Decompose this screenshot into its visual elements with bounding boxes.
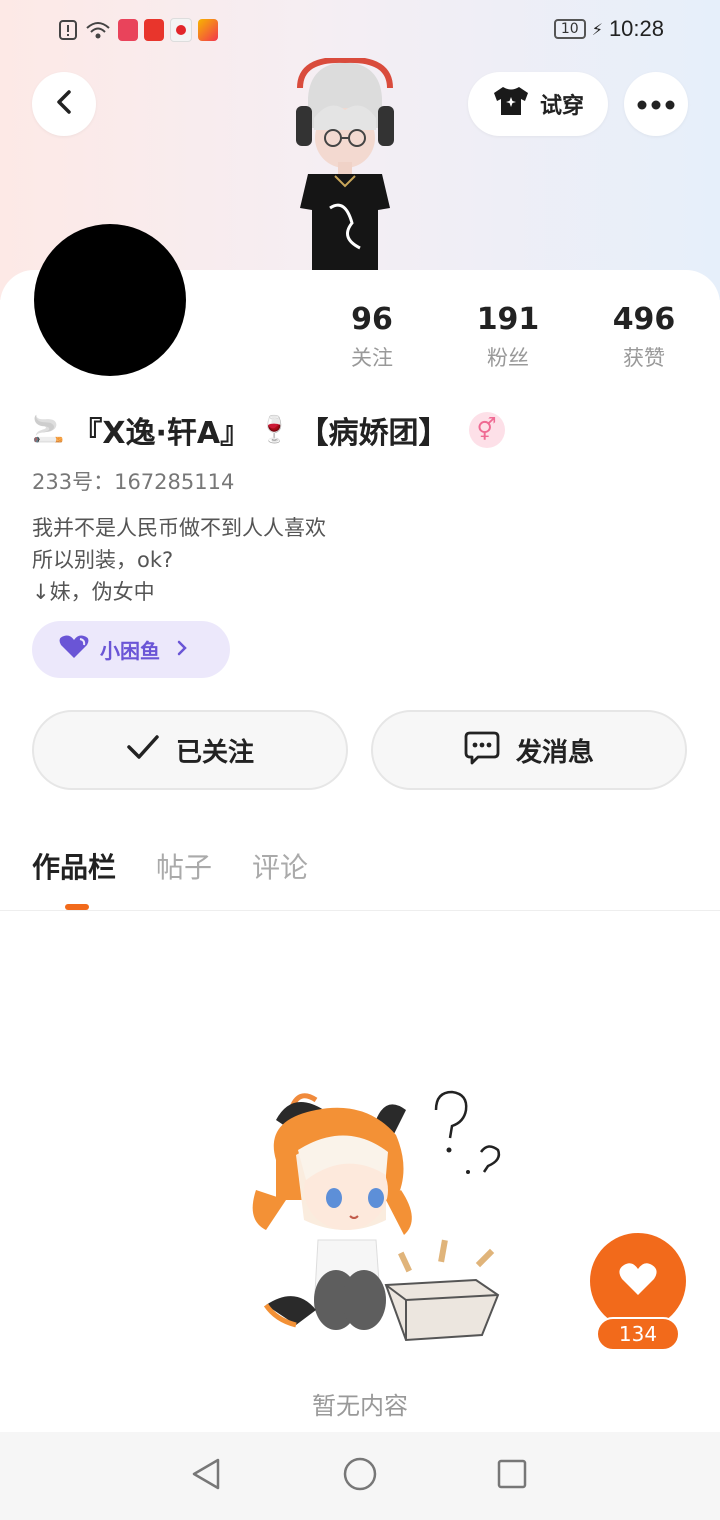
message-label: 发消息 (515, 737, 594, 768)
tshirt-icon (492, 85, 530, 123)
app-icon-3 (170, 18, 192, 42)
more-options-button[interactable] (624, 72, 688, 136)
app-icon-4 (198, 19, 218, 41)
clock: 10:28 (608, 16, 664, 41)
bio-line: 所以别装，ok? (32, 548, 174, 572)
tab-comments[interactable]: 评论 (252, 846, 308, 886)
like-count-badge: 134 (596, 1317, 680, 1351)
battery-indicator: 10 (553, 19, 586, 39)
circle-home-icon (342, 1456, 378, 1496)
username: 『X逸·轩A』 (72, 416, 251, 451)
avatar-3d-figure[interactable] (290, 56, 400, 273)
nav-home-button[interactable] (338, 1454, 382, 1498)
followers-label: 粉丝 (487, 346, 529, 370)
followers-count: 191 (476, 302, 540, 337)
chat-bubble-icon (464, 729, 500, 772)
wifi-icon (84, 19, 112, 41)
tab-posts[interactable]: 帖子 (156, 846, 212, 886)
likes-count: 496 (612, 302, 676, 337)
gender-icon: ⚥ (468, 412, 505, 448)
try-on-button[interactable]: 试穿 (468, 72, 608, 136)
status-bar: 10 ⚡ 10:28 (0, 0, 720, 60)
message-button[interactable]: 发消息 (371, 710, 687, 790)
heart-icon (618, 1261, 658, 1301)
empty-state-illustration (236, 1080, 506, 1345)
nav-back-button[interactable] (184, 1454, 228, 1498)
charging-icon: ⚡ (591, 19, 603, 39)
bio-line: 我并不是人民币做不到人人喜欢 (32, 516, 326, 540)
status-right: 10 ⚡ 10:28 (553, 16, 664, 42)
chevron-right-icon (176, 638, 188, 662)
username-row: 🚬 『X逸·轩A』 🍷 【病娇团】 ⚥ (32, 410, 505, 451)
app-icon-1 (118, 19, 138, 41)
club-badge-button[interactable]: 小困鱼 (32, 621, 230, 678)
try-on-label: 试穿 (539, 94, 584, 119)
likes-label: 获赞 (623, 346, 665, 370)
like-button[interactable] (590, 1233, 686, 1329)
heart-icon (58, 634, 90, 665)
alert-icon (58, 19, 78, 41)
wine-emoji: 🍷 (258, 415, 291, 445)
group-tag: 【病娇团】 (298, 416, 449, 451)
more-dots-icon (637, 95, 675, 114)
following-label: 关注 (351, 346, 393, 370)
followed-label: 已关注 (175, 737, 254, 768)
triangle-back-icon (190, 1457, 222, 1495)
empty-state-text: 暂无内容 (312, 1392, 408, 1420)
status-icons (58, 18, 218, 42)
following-count: 96 (351, 302, 393, 337)
content-tabs: 作品栏 帖子 评论 (32, 846, 308, 886)
stat-followers[interactable]: 191 粉丝 (448, 302, 568, 372)
app-icon-2 (144, 19, 164, 41)
bio: 我并不是人民币做不到人人喜欢 所以别装，ok? ↓妹，伪女中 (32, 512, 326, 608)
system-nav-bar (0, 1432, 720, 1520)
cigarette-emoji: 🚬 (32, 415, 65, 445)
user-id: 233号：167285114 (32, 470, 235, 494)
checkmark-icon (126, 734, 160, 767)
followed-button[interactable]: 已关注 (32, 710, 348, 790)
square-recents-icon (496, 1458, 528, 1494)
bio-line: ↓妹，伪女中 (32, 580, 155, 604)
tab-divider (0, 910, 720, 911)
profile-avatar[interactable] (34, 224, 186, 376)
back-arrow-icon (53, 89, 75, 119)
club-label: 小困鱼 (100, 639, 160, 663)
tab-works[interactable]: 作品栏 (32, 846, 116, 886)
nav-recents-button[interactable] (490, 1454, 534, 1498)
stat-likes[interactable]: 496 获赞 (584, 302, 704, 372)
stat-following[interactable]: 96 关注 (312, 302, 432, 372)
back-button[interactable] (32, 72, 96, 136)
